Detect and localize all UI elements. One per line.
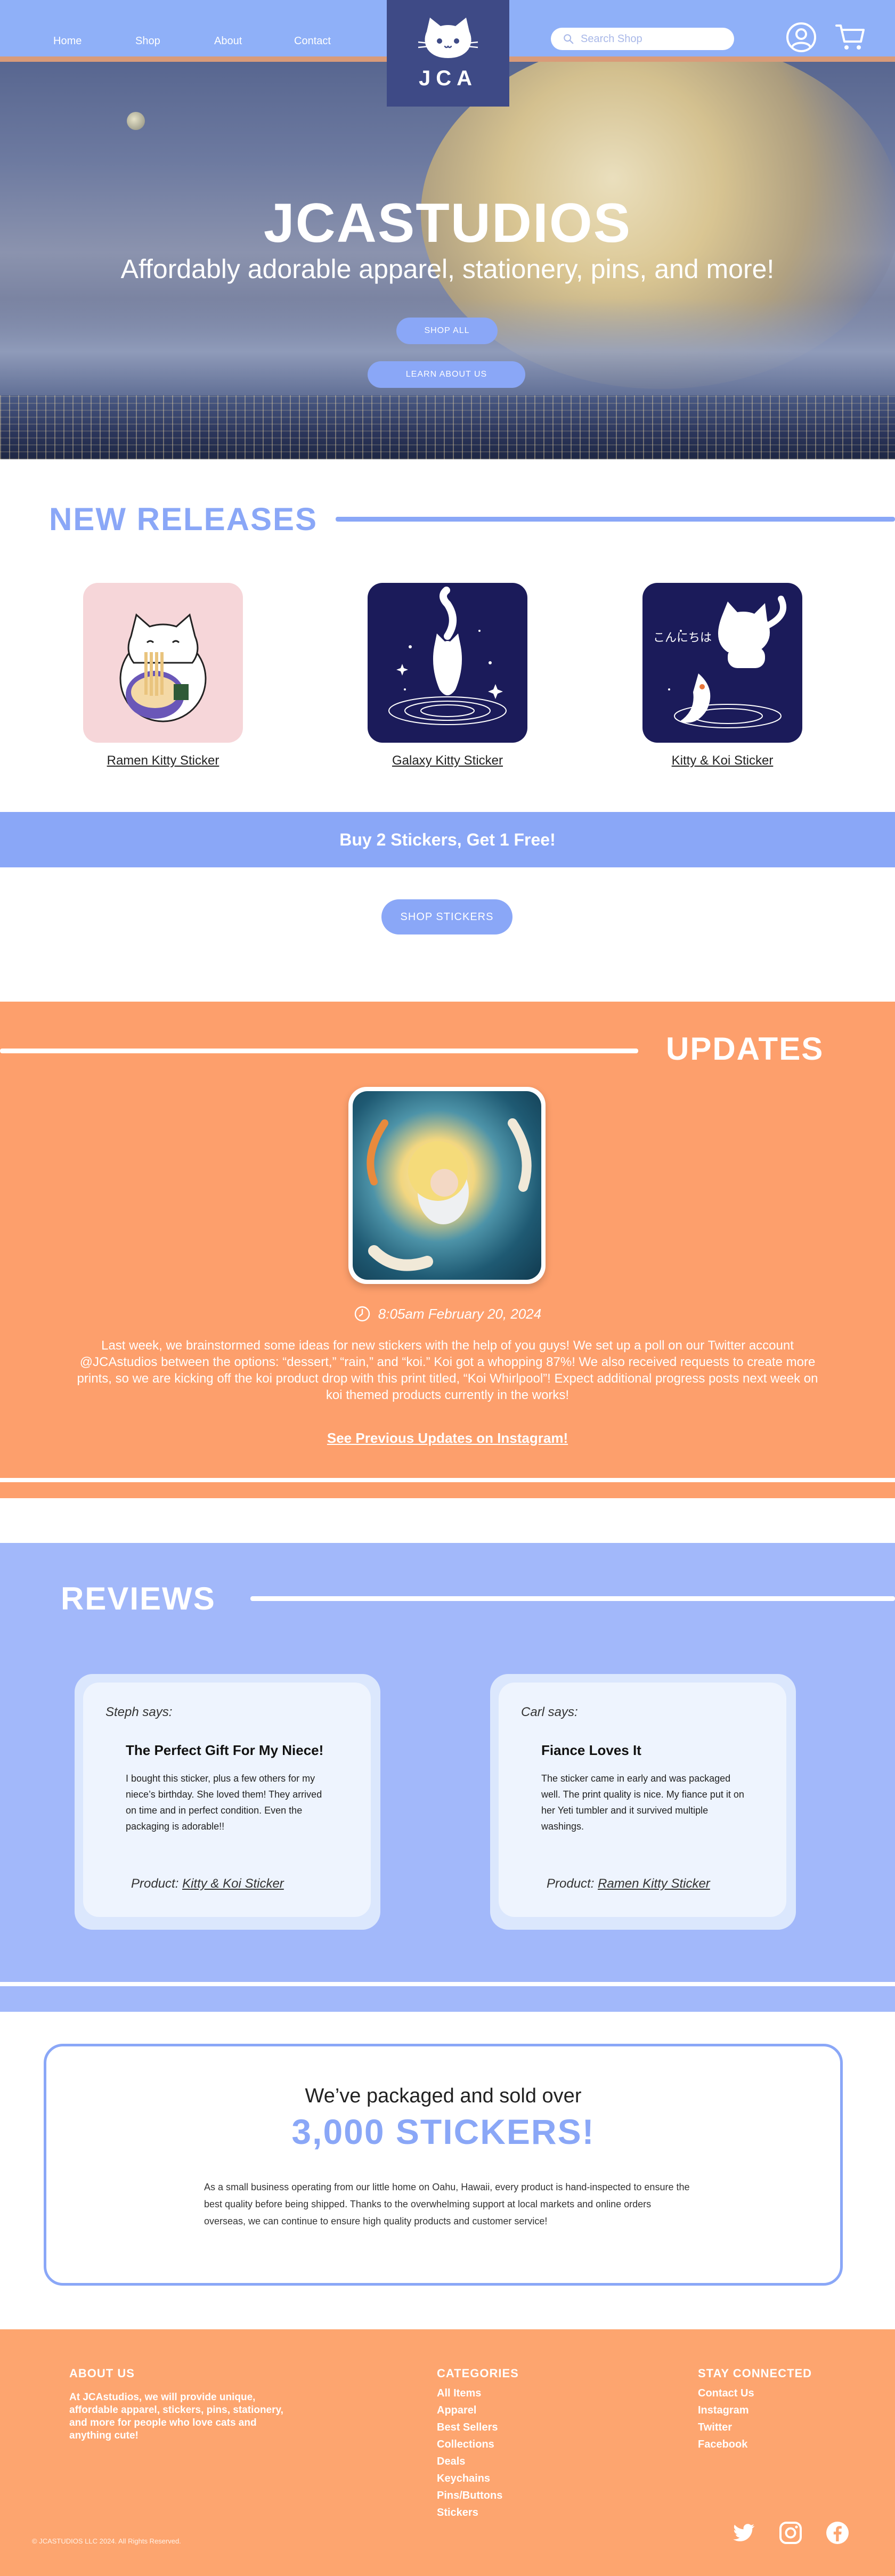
nav-shop-link[interactable]: Shop [135, 35, 160, 47]
instagram-icon[interactable] [778, 2520, 803, 2546]
footer-categories: CATEGORIES All Items Apparel Best Seller… [437, 2367, 519, 2521]
hero-small-moon [127, 112, 145, 130]
learn-about-us-button[interactable]: LEARN ABOUT US [368, 361, 525, 388]
koi-japanese-text: こんにちは [653, 631, 712, 645]
footer-link-instagram[interactable]: Instagram [698, 2402, 812, 2419]
koi-whirlpool-illustration [367, 1118, 532, 1271]
stats-body: As a small business operating from our l… [204, 2182, 690, 2226]
koi-whirlpool-art [353, 1091, 541, 1280]
review-headline: Fiance Loves It [541, 1742, 641, 1758]
footer-categories-title: CATEGORIES [437, 2367, 519, 2380]
galaxy-kitty-illustration [388, 587, 507, 725]
footer-link-stickers[interactable]: Stickers [437, 2504, 519, 2521]
footer-link-twitter[interactable]: Twitter [698, 2419, 812, 2436]
review-product: Product: Ramen Kitty Sticker [547, 1876, 710, 1891]
hero-subtitle: Affordably adorable apparel, stationery,… [120, 254, 775, 284]
reviews-divider [250, 1596, 895, 1601]
updates-bottom-stripe [0, 1478, 895, 1482]
clock-icon [354, 1306, 370, 1322]
review-text: The sticker came in early and was packag… [541, 1773, 744, 1832]
footer-connect-title: STAY CONNECTED [698, 2367, 812, 2380]
reviews-title: REVIEWS [61, 1581, 216, 1616]
new-releases-divider [336, 517, 895, 522]
search-input[interactable] [581, 32, 725, 45]
logo-text: JCA [418, 67, 478, 90]
hero-clouds [0, 298, 895, 405]
cat-logo-icon [418, 18, 478, 58]
footer-link-apparel[interactable]: Apparel [437, 2402, 519, 2419]
review-product: Product: Kitty & Koi Sticker [131, 1876, 284, 1891]
footer-link-keychains[interactable]: Keychains [437, 2470, 519, 2487]
stats-box: We’ve packaged and sold over 3,000 STICK… [44, 2044, 843, 2286]
updates-divider [0, 1049, 638, 1053]
product-card[interactable]: こんにちは Kitty & Koi Sticker [642, 583, 802, 768]
review-author: Steph says: [105, 1705, 173, 1719]
footer-about: ABOUT US At JCAstudios, we will provide … [69, 2367, 293, 2442]
user-icon[interactable] [785, 21, 817, 53]
reviews-bottom-stripe [0, 1982, 895, 1986]
hero-title: JCASTUDIOS [263, 192, 632, 254]
new-releases-title: NEW RELEASES [49, 501, 318, 537]
updates-section: UPDATES 8:05am February 20, 2024 Last we… [0, 1002, 895, 1498]
update-date-text: 8:05am February 20, 2024 [378, 1305, 542, 1322]
footer-about-title: ABOUT US [69, 2367, 135, 2380]
kitty-koi-illustration: こんにちは [653, 596, 786, 728]
shop-stickers-button[interactable]: SHOP STICKERS [381, 899, 512, 934]
facebook-icon[interactable] [825, 2520, 850, 2546]
review-product-label: Product: [131, 1876, 179, 1891]
review-headline: The Perfect Gift For My Niece! [126, 1742, 324, 1758]
footer-link-all-items[interactable]: All Items [437, 2385, 519, 2402]
product-card[interactable]: Ramen Kitty Sticker [83, 583, 243, 768]
shop-all-button[interactable]: SHOP ALL [396, 318, 498, 344]
site-footer: ABOUT US At JCAstudios, we will provide … [0, 2329, 895, 2576]
footer-link-collections[interactable]: Collections [437, 2436, 519, 2453]
review-product-link[interactable]: Kitty & Koi Sticker [182, 1876, 284, 1891]
product-name-link[interactable]: Kitty & Koi Sticker [642, 753, 802, 768]
instagram-updates-link[interactable]: See Previous Updates on Instagram! [0, 1430, 895, 1447]
update-body: Last week, we brainstormed some ideas fo… [77, 1338, 818, 1402]
footer-link-contact-us[interactable]: Contact Us [698, 2385, 812, 2402]
review-product-label: Product: [547, 1876, 595, 1891]
nav-about-link[interactable]: About [214, 35, 242, 47]
update-timestamp: 8:05am February 20, 2024 [0, 1305, 895, 1322]
twitter-icon[interactable] [731, 2520, 756, 2546]
review-card: Steph says: The Perfect Gift For My Niec… [83, 1683, 371, 1917]
ramen-kitty-image[interactable] [83, 583, 243, 743]
review-author: Carl says: [521, 1705, 578, 1719]
cart-icon[interactable] [834, 21, 866, 53]
site-logo[interactable]: JCA [387, 0, 509, 107]
search-bar[interactable] [551, 28, 734, 50]
hero-city-skyline [0, 395, 895, 459]
footer-link-pins-buttons[interactable]: Pins/Buttons [437, 2487, 519, 2504]
review-product-link[interactable]: Ramen Kitty Sticker [598, 1876, 710, 1891]
review-card: Carl says: Fiance Loves It The sticker c… [499, 1683, 786, 1917]
product-name-link[interactable]: Galaxy Kitty Sticker [368, 753, 527, 768]
footer-link-best-sellers[interactable]: Best Sellers [437, 2419, 519, 2436]
footer-about-text: At JCAstudios, we will provide unique, a… [69, 2392, 283, 2441]
promo-banner: Buy 2 Stickers, Get 1 Free! [0, 812, 895, 867]
ramen-kitty-illustration [119, 613, 207, 722]
product-name-link[interactable]: Ramen Kitty Sticker [83, 753, 243, 768]
nav-contact-link[interactable]: Contact [294, 35, 331, 47]
nav-home-link[interactable]: Home [53, 35, 82, 47]
footer-link-deals[interactable]: Deals [437, 2453, 519, 2470]
updates-title: UPDATES [666, 1031, 824, 1067]
footer-link-facebook[interactable]: Facebook [698, 2436, 812, 2453]
kitty-koi-image[interactable]: こんにちは [642, 583, 802, 743]
galaxy-kitty-image[interactable] [368, 583, 527, 743]
reviews-section: REVIEWS Steph says: The Perfect Gift For… [0, 1543, 895, 2012]
stats-highlight: 3,000 STICKERS! [291, 2112, 595, 2151]
review-text: I bought this sticker, plus a few others… [126, 1773, 322, 1832]
product-card[interactable]: Galaxy Kitty Sticker [368, 583, 527, 768]
footer-copyright: © JCASTUDIOS LLC 2024. All Rights Reserv… [32, 2537, 181, 2545]
footer-connect: STAY CONNECTED Contact Us Instagram Twit… [698, 2367, 812, 2453]
stats-lead-text: We’ve packaged and sold over [305, 2085, 582, 2107]
koi-whirlpool-image[interactable] [348, 1087, 546, 1284]
search-icon [564, 34, 574, 44]
